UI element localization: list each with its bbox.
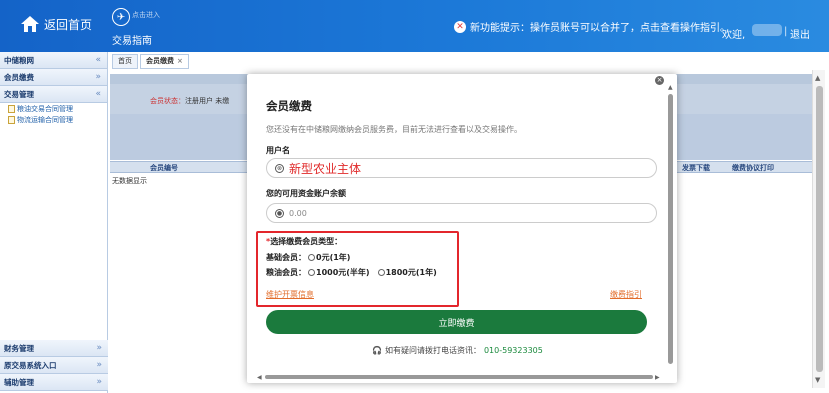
- separator: |: [784, 26, 788, 37]
- home-label: 返回首页: [44, 17, 93, 32]
- home-button[interactable]: 返回首页: [20, 15, 92, 33]
- guide-label: 交易指南: [112, 36, 152, 47]
- scroll-down-icon[interactable]: ▼: [815, 376, 820, 384]
- grain-member-row: 粮油会员： 1000元(半年) 1800元(1年): [266, 267, 437, 278]
- invoice-info-link[interactable]: 维护开票信息: [266, 289, 314, 300]
- contact-line: 🎧 如有疑问请拨打电话资讯： 010-59323305: [372, 346, 543, 355]
- expand-icon: »: [96, 360, 102, 370]
- username-field[interactable]: ⊗ 新型农业主体: [266, 158, 657, 178]
- alert-icon: ✕: [454, 20, 466, 33]
- coin-icon: ●: [275, 208, 284, 218]
- scroll-up-icon[interactable]: ▲: [815, 74, 820, 82]
- tab-bar: 首页 会员缴费 ×: [112, 54, 189, 69]
- radio-grain-one-year[interactable]: 1800元(1年): [377, 267, 437, 278]
- member-status: 会员状态：注册用户 未缴: [150, 97, 230, 105]
- dialog-hscroll[interactable]: ◀ ▶: [257, 374, 661, 381]
- balance-label: 您的可用资金账户余额: [266, 189, 346, 198]
- col-agreement: 缴费协议打印: [732, 164, 774, 172]
- expand-icon: »: [96, 377, 102, 387]
- feature-notice[interactable]: ✕ 新功能提示：操作员账号可以合并了，点击查看操作指引。: [454, 19, 730, 34]
- welcome-text: 欢迎,: [722, 30, 746, 41]
- balance-field[interactable]: ● 0.00: [266, 203, 657, 223]
- radio-grain-half-year[interactable]: 1000元(半年): [308, 267, 370, 278]
- expand-icon: »: [95, 72, 101, 82]
- scroll-right-icon[interactable]: ▶: [655, 374, 660, 381]
- dialog-vscroll-thumb[interactable]: [668, 94, 673, 364]
- home-icon: [21, 16, 39, 32]
- compass-icon: ✈: [112, 8, 130, 26]
- user-name-redacted: [752, 24, 782, 36]
- top-header: 返回首页 ✈ 点击进入 交易指南 ✕ 新功能提示：操作员账号可以合并了，点击查看…: [0, 0, 829, 52]
- sidebar-item-grain-contract[interactable]: 粮油交易合同管理: [0, 103, 107, 114]
- username-label: 用户名: [266, 146, 290, 155]
- basic-member-row: 基础会员： 0元(1年): [266, 252, 351, 263]
- scroll-thumb[interactable]: [816, 86, 823, 372]
- tab-member-fee[interactable]: 会员缴费 ×: [140, 54, 189, 69]
- sidebar-section-legacy[interactable]: 原交易系统入口 »: [0, 357, 108, 374]
- sidebar-section-member-fee[interactable]: 会员缴费 »: [0, 69, 107, 86]
- phone-number: 010-59323305: [483, 346, 543, 355]
- col-invoice: 发票下载: [682, 164, 710, 172]
- guide-hint: 点击进入: [132, 11, 160, 19]
- user-icon: ⊗: [275, 163, 284, 173]
- close-icon[interactable]: ×: [655, 76, 664, 85]
- sidebar: 中储粮网 « 会员缴费 » 交易管理 « 粮油交易合同管理 物流运输合同管理 财…: [0, 52, 108, 393]
- dialog-vscroll[interactable]: ▲: [667, 82, 675, 372]
- document-icon: [8, 105, 15, 113]
- sidebar-section-aux[interactable]: 辅助管理 »: [0, 374, 108, 391]
- headset-icon: 🎧: [372, 346, 382, 355]
- sidebar-section-trade[interactable]: 交易管理 «: [0, 86, 107, 103]
- radio-basic-0[interactable]: 0元(1年): [308, 252, 350, 263]
- payment-dialog: × 会员缴费 您还没有在中储粮网缴纳会员服务费，目前无法进行查看以及交易操作。 …: [247, 74, 677, 383]
- sidebar-title: 中储粮网 «: [0, 52, 107, 69]
- expand-icon: »: [96, 343, 102, 353]
- empty-message: 无数据显示: [112, 177, 147, 185]
- dialog-title: 会员缴费: [266, 99, 312, 113]
- logout-button[interactable]: 退出: [790, 26, 810, 41]
- sidebar-section-finance[interactable]: 财务管理 »: [0, 340, 108, 357]
- scroll-left-icon[interactable]: ◀: [257, 374, 262, 381]
- scroll-up-icon[interactable]: ▲: [668, 84, 673, 91]
- col-member-id: 会员编号: [150, 164, 178, 172]
- member-type-title: *选择缴费会员类型：: [266, 237, 343, 246]
- page-scrollbar[interactable]: ▲ ▼: [812, 70, 825, 388]
- pay-now-button[interactable]: 立即缴费: [266, 310, 647, 334]
- close-tab-icon[interactable]: ×: [177, 57, 183, 65]
- sidebar-item-logistics-contract[interactable]: 物流运输合同管理: [0, 114, 107, 125]
- document-icon: [8, 116, 15, 124]
- tab-home[interactable]: 首页: [112, 54, 138, 69]
- payment-guide-link[interactable]: 缴费指引: [610, 289, 642, 300]
- dialog-hscroll-thumb[interactable]: [265, 375, 653, 379]
- trade-guide-button[interactable]: ✈ 点击进入 交易指南: [112, 8, 172, 47]
- balance-value: 0.00: [289, 208, 307, 218]
- username-value: 新型农业主体: [289, 161, 362, 176]
- collapse-icon: «: [95, 89, 101, 99]
- notice-text: 新功能提示：操作员账号可以合并了，点击查看操作指引。: [470, 23, 730, 34]
- collapse-sidebar-icon[interactable]: «: [95, 55, 101, 65]
- dialog-description: 您还没有在中储粮网缴纳会员服务费，目前无法进行查看以及交易操作。: [266, 125, 522, 134]
